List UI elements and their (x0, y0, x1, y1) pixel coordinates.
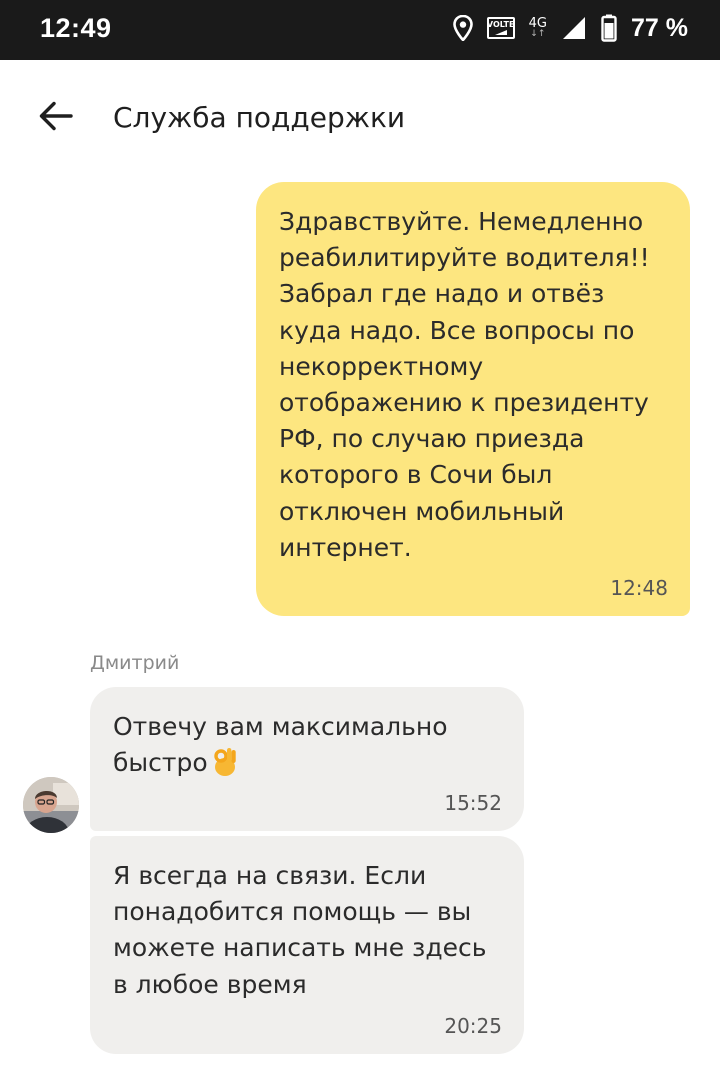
volte-label: VOLTE (486, 19, 515, 29)
ok-hand-emoji-icon (212, 747, 238, 787)
message-text: Отвечу вам максимально быстро (113, 712, 448, 778)
status-icons: VOLTE 4G ↓↑ 77 % (452, 10, 688, 46)
status-time: 12:49 (40, 13, 112, 43)
signal-icon (561, 15, 587, 41)
app-header: Служба поддержки (0, 60, 720, 176)
status-bar: 12:49 VOLTE 4G ↓↑ 77 % (0, 0, 720, 60)
message-time: 20:25 (444, 1014, 502, 1038)
message-text-wrapper: Отвечу вам максимально быстро (113, 709, 502, 787)
avatar-image (23, 777, 79, 833)
message-text: Я всегда на связи. Если понадобится помо… (113, 861, 487, 999)
message-time: 15:52 (444, 791, 502, 815)
message-text: Здравствуйте. Немедленно реабилитируйте … (279, 207, 650, 562)
volte-icon: VOLTE (486, 17, 515, 39)
sender-name: Дмитрий (90, 652, 180, 674)
battery-icon (601, 14, 617, 42)
back-arrow-icon (39, 101, 73, 135)
back-button[interactable] (28, 90, 84, 146)
location-icon (452, 15, 473, 41)
incoming-message-bubble[interactable]: Я всегда на связи. Если понадобится помо… (90, 836, 524, 1054)
network-4g-icon: 4G ↓↑ (528, 16, 548, 39)
page-title: Служба поддержки (113, 101, 406, 134)
incoming-message-bubble[interactable]: Отвечу вам максимально быстро 15:52 (90, 687, 524, 831)
avatar[interactable] (23, 777, 79, 833)
outgoing-message-bubble[interactable]: Здравствуйте. Немедленно реабилитируйте … (256, 182, 690, 616)
message-time: 12:48 (610, 576, 668, 600)
battery-percent: 77 % (631, 13, 688, 42)
